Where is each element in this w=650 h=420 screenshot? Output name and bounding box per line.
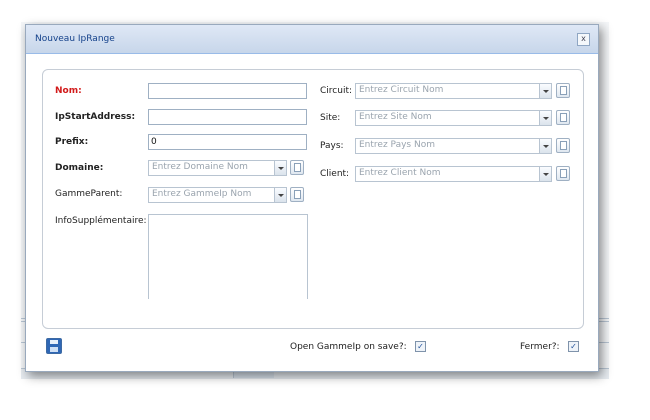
form-panel <box>42 69 584 329</box>
circuit-label: Circuit: <box>320 86 353 96</box>
chevron-down-icon[interactable] <box>539 139 551 153</box>
chevron-down-icon[interactable] <box>539 111 551 125</box>
fermer-label: Fermer?: <box>520 342 560 352</box>
gamme-parent-placeholder: Entrez GammeIp Nom <box>152 189 252 199</box>
domaine-placeholder: Entrez Domaine Nom <box>152 162 248 172</box>
site-picker-icon[interactable] <box>556 110 570 125</box>
nom-label: Nom: <box>55 86 82 96</box>
site-placeholder: Entrez Site Nom <box>359 112 432 122</box>
prefix-label: Prefix: <box>55 137 89 147</box>
client-placeholder: Entrez Client Nom <box>359 168 441 178</box>
domaine-combo[interactable]: Entrez Domaine Nom <box>148 160 287 176</box>
circuit-placeholder: Entrez Circuit Nom <box>359 85 444 95</box>
circuit-combo[interactable]: Entrez Circuit Nom <box>355 83 552 99</box>
gamme-parent-combo[interactable]: Entrez GammeIp Nom <box>148 187 287 203</box>
chevron-down-icon[interactable] <box>539 167 551 181</box>
info-label: InfoSupplémentaire: <box>55 216 147 226</box>
ip-start-label: IpStartAddress: <box>55 112 136 122</box>
domaine-picker-icon[interactable] <box>290 160 304 175</box>
save-icon-label <box>50 347 58 352</box>
pays-label: Pays: <box>320 141 344 151</box>
client-label: Client: <box>320 169 350 179</box>
pays-combo[interactable]: Entrez Pays Nom <box>355 138 552 154</box>
fermer-checkbox[interactable]: ✓ <box>568 341 579 352</box>
dialog-title: Nouveau IpRange <box>35 34 115 44</box>
prefix-input[interactable]: 0 <box>148 134 307 150</box>
client-combo[interactable]: Entrez Client Nom <box>355 166 552 182</box>
chevron-down-icon[interactable] <box>274 188 286 202</box>
save-icon-shutter <box>50 340 58 344</box>
site-combo[interactable]: Entrez Site Nom <box>355 110 552 126</box>
circuit-picker-icon[interactable] <box>556 83 570 98</box>
client-picker-icon[interactable] <box>556 166 570 181</box>
chevron-down-icon[interactable] <box>539 84 551 98</box>
ip-start-input[interactable] <box>148 109 307 125</box>
pays-picker-icon[interactable] <box>556 138 570 153</box>
dialog-titlebar[interactable]: Nouveau IpRange x <box>26 25 598 54</box>
domaine-label: Domaine: <box>55 163 104 173</box>
pays-placeholder: Entrez Pays Nom <box>359 140 435 150</box>
info-textarea[interactable] <box>148 214 308 299</box>
gamme-parent-label: GammeParent: <box>55 189 123 199</box>
open-gamme-checkbox[interactable]: ✓ <box>415 341 426 352</box>
open-gamme-label: Open GammeIp on save?: <box>290 342 407 352</box>
gamme-parent-picker-icon[interactable] <box>290 187 304 202</box>
save-icon[interactable] <box>46 338 62 354</box>
dialog-window: Nouveau IpRange x Nom: IpStartAddress: P… <box>25 24 599 372</box>
site-label: Site: <box>320 113 341 123</box>
chevron-down-icon[interactable] <box>274 161 286 175</box>
nom-input[interactable] <box>148 83 307 99</box>
close-button[interactable]: x <box>577 33 590 46</box>
